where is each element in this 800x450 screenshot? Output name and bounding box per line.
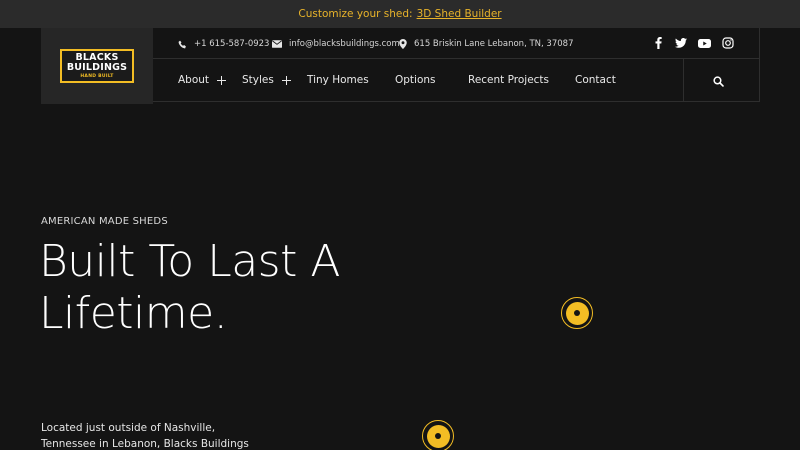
address-contact[interactable]: 615 Briskin Lane Lebanon, TN, 37087 xyxy=(399,39,573,49)
email-address: info@blacksbuildings.com xyxy=(289,39,400,49)
announcement-text: Customize your shed: xyxy=(298,8,413,20)
nav-contact[interactable]: Contact xyxy=(575,74,616,86)
nav-styles-label: Styles xyxy=(242,74,274,86)
plus-icon[interactable] xyxy=(281,75,291,85)
phone-number: +1 615-587-0923 xyxy=(194,39,270,49)
announcement-bar: Customize your shed: 3D Shed Builder xyxy=(0,0,800,28)
logo-line-2: BUILDINGS xyxy=(66,62,128,73)
envelope-icon xyxy=(272,40,282,48)
plus-icon[interactable] xyxy=(217,75,227,85)
nav-about-label: About xyxy=(178,74,210,86)
nav-recent-projects[interactable]: Recent Projects xyxy=(468,74,549,86)
hotspot-marker[interactable] xyxy=(422,420,454,450)
instagram-link[interactable] xyxy=(721,36,735,50)
map-pin-icon xyxy=(399,39,407,49)
nav-styles[interactable]: Styles xyxy=(242,74,291,86)
search-button[interactable] xyxy=(713,72,727,87)
shed-builder-link[interactable]: 3D Shed Builder xyxy=(417,8,502,20)
phone-contact[interactable]: +1 615-587-0923 xyxy=(178,39,269,49)
instagram-icon xyxy=(722,37,734,49)
hotspot-dot xyxy=(574,310,580,316)
logo-container[interactable]: BLACKS BUILDINGS HAND BUILT xyxy=(41,28,153,104)
youtube-icon xyxy=(697,38,711,48)
site-logo[interactable]: BLACKS BUILDINGS HAND BUILT xyxy=(60,49,134,83)
twitter-icon xyxy=(675,38,687,48)
hero-eyebrow: AMERICAN MADE SHEDS xyxy=(41,216,168,227)
hero-intro: Located just outside of Nashville, Tenne… xyxy=(41,422,249,450)
street-address: 615 Briskin Lane Lebanon, TN, 37087 xyxy=(414,39,574,49)
hotspot-inner xyxy=(565,301,589,325)
nav-recent-projects-label: Recent Projects xyxy=(468,74,550,86)
search-icon xyxy=(713,76,724,87)
phone-icon xyxy=(178,40,186,48)
hotspot-marker[interactable] xyxy=(561,297,593,329)
hotspot-dot xyxy=(435,433,441,439)
hero-headline: Built To Last A Lifetime. xyxy=(39,236,340,339)
logo-tagline: HAND BUILT xyxy=(80,74,114,79)
nav-options[interactable]: Options xyxy=(395,74,436,86)
youtube-link[interactable] xyxy=(697,36,711,50)
twitter-link[interactable] xyxy=(674,36,688,50)
nav-tiny-homes[interactable]: Tiny Homes xyxy=(307,74,369,86)
email-contact[interactable]: info@blacksbuildings.com xyxy=(272,39,400,49)
facebook-link[interactable] xyxy=(651,36,665,50)
facebook-icon xyxy=(655,37,662,49)
nav-options-label: Options xyxy=(395,74,436,86)
nav-about[interactable]: About xyxy=(178,74,227,86)
nav-tiny-homes-label: Tiny Homes xyxy=(307,74,369,86)
hotspot-inner xyxy=(426,424,450,448)
nav-contact-label: Contact xyxy=(575,74,616,86)
search-divider xyxy=(683,59,684,102)
